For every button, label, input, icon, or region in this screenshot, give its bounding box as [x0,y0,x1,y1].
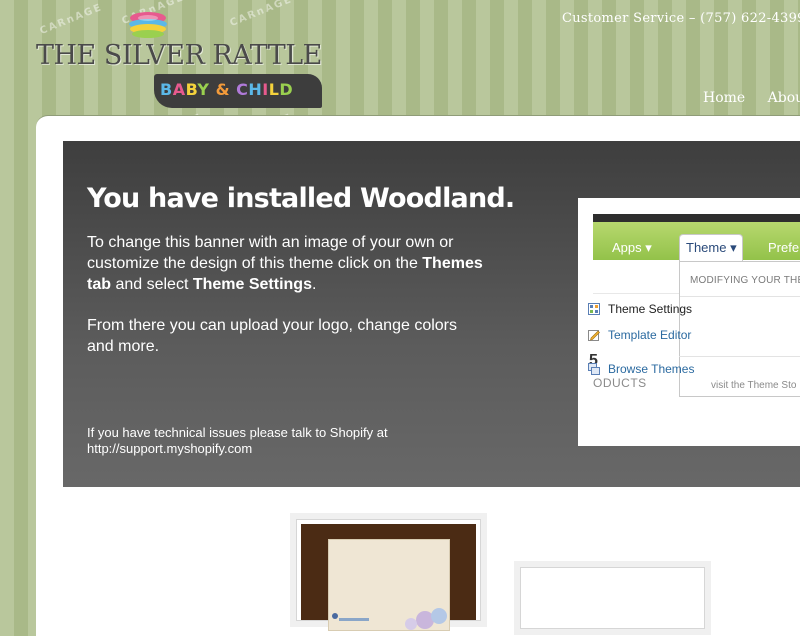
inset-preferences-tab: Prefe [768,240,800,255]
product-image [301,524,476,631]
logo-title: THE SILVER RATTLE [36,40,322,71]
banner-support-text: If you have technical issues please talk… [87,425,388,456]
inset-topbar [593,214,800,222]
inset-theme-dropdown: MODIFYING YOUR THEM [679,261,800,397]
inset-browse-themes: Browse Themes [588,362,694,376]
windows-icon [588,363,600,375]
inset-menu-separator-2 [679,356,800,357]
inset-divider [593,293,683,294]
product-pattern [332,608,447,630]
inset-theme-settings: Theme Settings [588,302,692,316]
product-card[interactable] [296,519,481,631]
logo-tagline: BABY & CHILD [160,80,294,99]
inset-menu-heading: MODIFYING YOUR THEM [690,275,800,286]
inset-apps-tab: Apps ▾ [612,240,652,255]
inset-browse-subtext: visit the Theme Sto [711,380,797,391]
edit-icon [588,330,600,341]
inset-theme-tab: Theme ▾ [679,234,743,263]
inset-template-editor: Template Editor [588,328,691,342]
inset-theme-label: Theme ▾ [686,240,737,255]
theme-menu-screenshot: Apps ▾ Prefe 5 ODUCTS Theme ▾ MODIFYING … [578,198,800,446]
inset-products-label: ODUCTS [593,376,647,390]
customer-service-phone: Customer Service – (757) 622-4399 – [562,11,800,26]
product-card[interactable] [520,567,705,629]
inset-menu-separator [680,296,800,297]
site-logo[interactable]: THE SILVER RATTLE BABY & CHILD [36,6,326,108]
banner-title: You have installed Woodland. [87,183,515,214]
nav-about[interactable]: About [768,90,800,106]
product-package [328,539,450,631]
logo-tagline-badge: BABY & CHILD [154,74,322,108]
grid-icon [588,303,600,315]
main-nav: Home About [703,89,800,107]
banner-instructions: To change this banner with an image of y… [87,234,483,293]
nav-home[interactable]: Home [703,90,745,106]
banner-upload-text: From there you can upload your logo, cha… [87,317,457,355]
